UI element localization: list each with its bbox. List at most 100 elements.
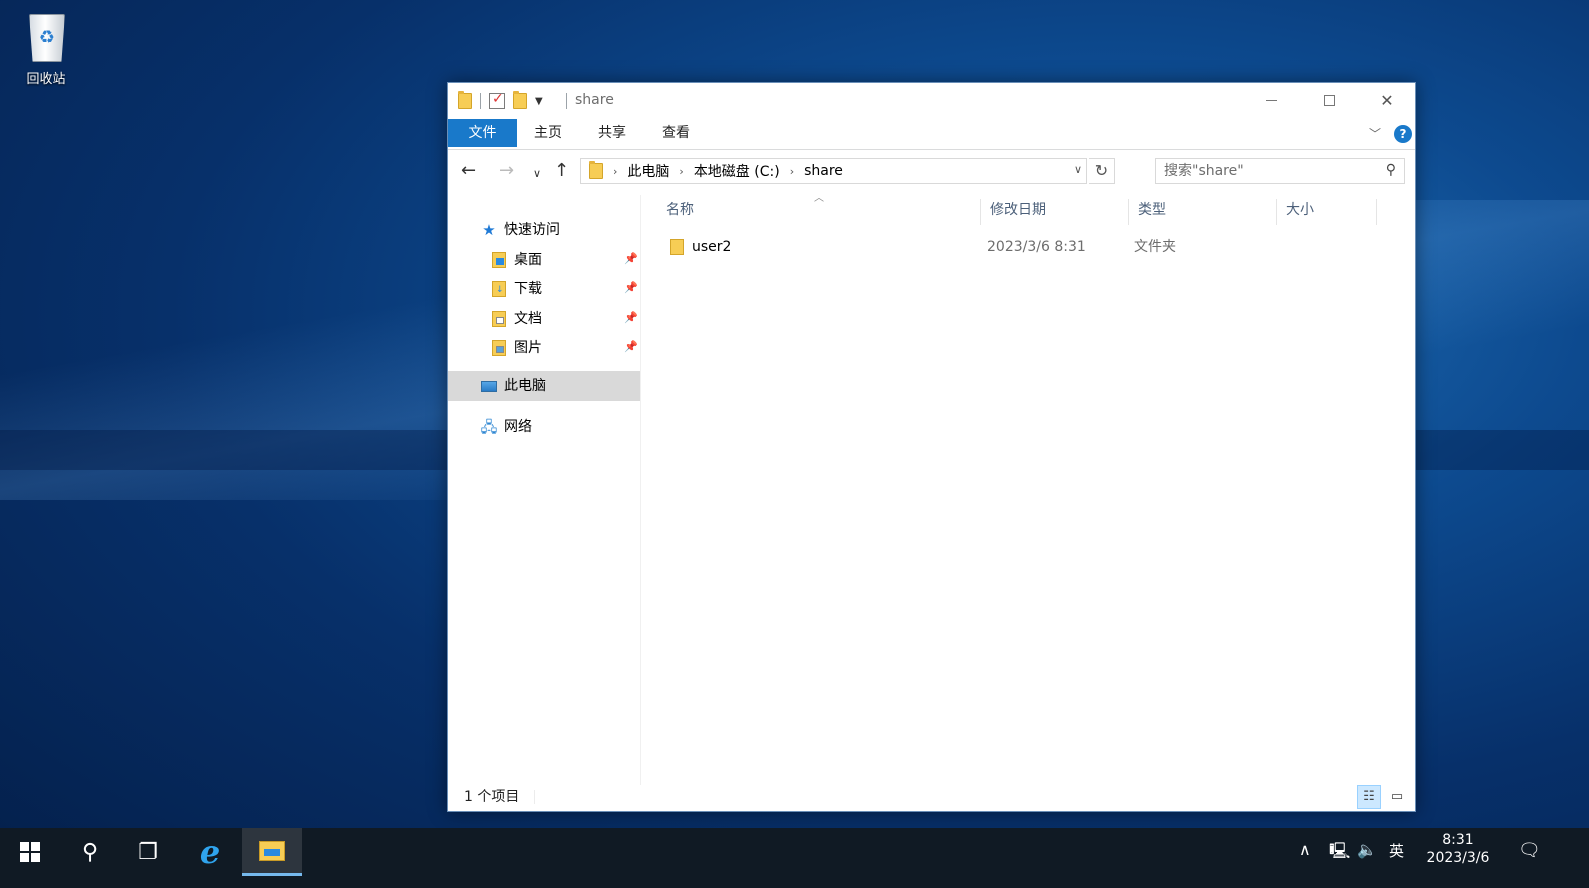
action-center-icon[interactable]: 🗨 [1518, 840, 1541, 861]
column-header-date[interactable]: 修改日期 [980, 195, 1128, 225]
help-button[interactable]: ? [1394, 125, 1412, 143]
sidebar-item-label: 网络 [504, 419, 532, 435]
maximize-button[interactable] [1300, 83, 1358, 117]
new-folder-icon[interactable] [513, 91, 527, 109]
taskbar-search-button[interactable]: ⚲ [60, 828, 120, 876]
sidebar-item-label: 下载 [514, 281, 542, 297]
network-tray-icon[interactable]: 🖳 [1329, 840, 1350, 867]
address-bar[interactable]: › 此电脑 › 本地磁盘 (C:) › share ∨ [580, 158, 1087, 184]
close-icon: ✕ [1380, 90, 1394, 110]
sidebar-item-label: 文档 [514, 311, 542, 327]
customize-toolbar-dropdown-icon[interactable]: ▼ [535, 96, 543, 107]
file-type: 文件夹 [1134, 239, 1176, 255]
sidebar-item-label: 桌面 [514, 252, 542, 268]
properties-icon[interactable] [489, 91, 505, 109]
breadcrumb-chevron-icon[interactable]: › [790, 165, 794, 178]
sidebar-item-label: 图片 [514, 340, 542, 356]
task-view-icon: ❐ [138, 839, 158, 865]
navigation-pane: ★ 快速访问 桌面 📌 ↓ 下载 📌 文档 📌 图片 📌 此电脑 🖧 网络 [448, 195, 641, 785]
taskbar-clock[interactable]: 8:31 2023/3/6 [1424, 831, 1492, 867]
computer-icon [480, 377, 498, 395]
sidebar-item-this-pc[interactable]: 此电脑 [448, 371, 640, 401]
column-headers: ︿ 名称 修改日期 类型 大小 [656, 193, 1416, 225]
input-method-indicator[interactable]: 英 [1389, 840, 1404, 861]
navigation-bar: ← → ∨ ↑ › 此电脑 › 本地磁盘 (C:) › share ∨ ↻ ⚲ [448, 151, 1415, 193]
task-view-button[interactable]: ❐ [118, 828, 178, 876]
breadcrumb-chevron-icon[interactable]: › [613, 165, 617, 178]
status-bar: 1 个项目 ☷ ▭ [448, 783, 1415, 811]
minimize-button[interactable] [1242, 83, 1300, 117]
file-explorer-window: ▼ share ✕ 文件 主页 共享 查看 ﹀ ? ← → ∨ ↑ › 此电脑 … [447, 82, 1416, 812]
file-name[interactable]: user2 [692, 233, 731, 261]
sidebar-item-downloads[interactable]: ↓ 下载 [490, 275, 542, 303]
star-icon: ★ [482, 221, 496, 239]
search-icon[interactable]: ⚲ [1386, 162, 1396, 178]
ribbon-tabs: 文件 主页 共享 查看 ﹀ ? [448, 119, 1415, 150]
documents-folder-icon [490, 310, 508, 328]
folder-icon [670, 239, 684, 255]
breadcrumb-local-disk[interactable]: 本地磁盘 (C:) [694, 161, 780, 181]
internet-explorer-icon: e [199, 833, 221, 871]
pin-icon[interactable]: 📌 [624, 340, 638, 353]
column-header-size[interactable]: 大小 [1276, 195, 1376, 225]
recent-locations-chevron-icon[interactable]: ∨ [533, 164, 541, 184]
large-icons-view-icon[interactable]: ▭ [1385, 785, 1409, 809]
search-input[interactable] [1156, 159, 1371, 183]
pin-icon[interactable]: 📌 [624, 281, 638, 294]
breadcrumb-this-pc[interactable]: 此电脑 [627, 161, 669, 181]
tab-file[interactable]: 文件 [448, 119, 517, 147]
refresh-button[interactable]: ↻ [1089, 158, 1115, 184]
start-button[interactable] [0, 828, 60, 876]
file-explorer-icon [259, 840, 285, 861]
item-count: 1 个项目 [464, 789, 520, 805]
details-view-icon[interactable]: ☷ [1357, 785, 1381, 809]
file-modified-date: 2023/3/6 8:31 [987, 239, 1086, 255]
search-icon: ⚲ [81, 839, 99, 865]
back-button[interactable]: ← [461, 161, 476, 181]
taskbar: ⚲ ❐ e ∧ 🖳 🔈 英 8:31 2023/3/6 🗨 [0, 828, 1589, 888]
breadcrumb-share[interactable]: share [804, 163, 843, 179]
sidebar-item-label: 此电脑 [504, 378, 546, 394]
tab-share[interactable]: 共享 [581, 119, 643, 147]
downloads-folder-icon: ↓ [490, 280, 508, 298]
recycle-bin-icon: ♻ [23, 8, 69, 64]
window-folder-icon [458, 91, 472, 109]
show-hidden-icons-chevron-icon[interactable]: ∧ [1299, 840, 1311, 859]
column-divider[interactable] [1376, 199, 1377, 225]
expand-ribbon-chevron-icon[interactable]: ﹀ [1369, 125, 1381, 142]
pictures-folder-icon [490, 339, 508, 357]
network-icon: 🖧 [480, 418, 498, 436]
pin-icon[interactable]: 📌 [624, 311, 638, 324]
sidebar-item-quick-access[interactable]: ★ 快速访问 [480, 216, 560, 244]
toolbar-divider [480, 93, 481, 109]
desktop-recycle-bin[interactable]: ♻ 回收站 [14, 8, 78, 87]
sidebar-item-network[interactable]: 🖧 网络 [480, 413, 532, 441]
pin-icon[interactable]: 📌 [624, 252, 638, 265]
forward-button[interactable]: → [499, 161, 514, 181]
desktop-folder-icon [490, 251, 508, 269]
status-divider [534, 790, 535, 804]
title-divider [566, 93, 567, 109]
up-button[interactable]: ↑ [554, 161, 569, 181]
recycle-bin-label: 回收站 [26, 72, 66, 87]
file-row[interactable]: user2 2023/3/6 8:31 文件夹 [656, 233, 1396, 261]
sidebar-item-desktop[interactable]: 桌面 [490, 246, 542, 274]
address-history-dropdown-icon[interactable]: ∨ [1074, 163, 1082, 176]
column-header-type[interactable]: 类型 [1128, 195, 1276, 225]
close-button[interactable]: ✕ [1358, 83, 1416, 117]
tab-home[interactable]: 主页 [517, 119, 579, 147]
file-explorer-taskbar-button[interactable] [242, 828, 302, 876]
title-bar: ▼ share ✕ [448, 83, 1415, 119]
sidebar-item-documents[interactable]: 文档 [490, 305, 542, 333]
internet-explorer-button[interactable]: e [180, 828, 240, 876]
column-header-name[interactable]: 名称 [656, 195, 980, 225]
minimize-icon [1265, 99, 1277, 101]
maximize-icon [1323, 94, 1335, 106]
sidebar-item-label: 快速访问 [504, 222, 560, 238]
breadcrumb-chevron-icon[interactable]: › [679, 165, 683, 178]
volume-tray-icon[interactable]: 🔈 [1357, 840, 1377, 859]
tab-view[interactable]: 查看 [645, 119, 707, 147]
sidebar-item-pictures[interactable]: 图片 [490, 334, 542, 362]
quick-access-toolbar: ▼ [458, 91, 543, 111]
address-folder-icon [589, 161, 603, 179]
